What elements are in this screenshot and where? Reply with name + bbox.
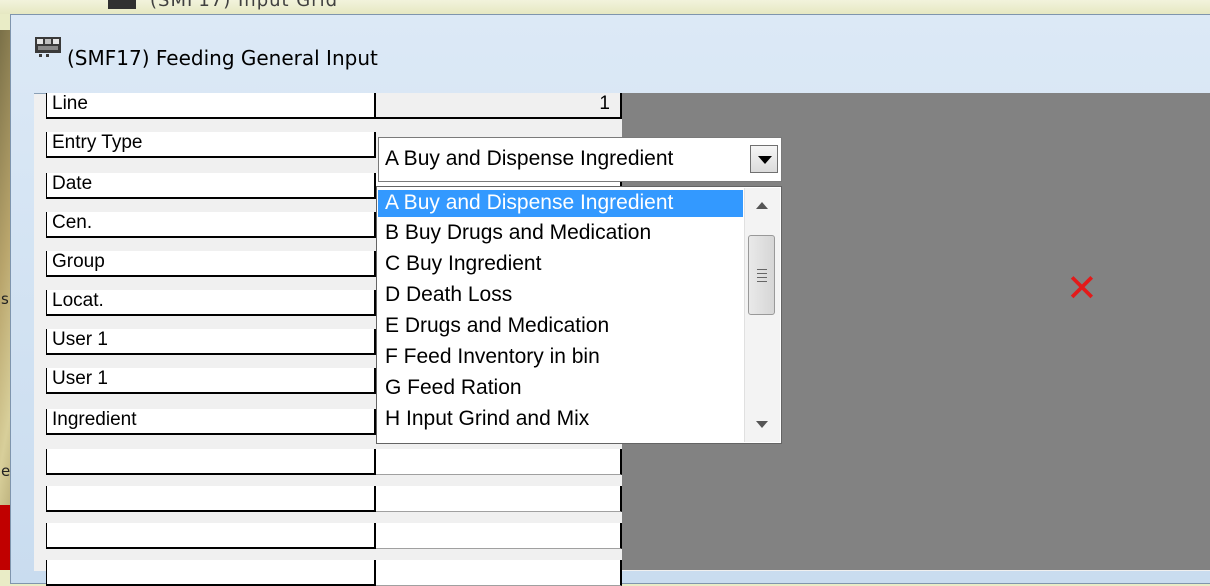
empty-field[interactable] [376,523,622,549]
dropdown-option-h[interactable]: H Input Grind and Mix [378,406,743,433]
entry-type-dropdown-list[interactable]: A Buy and Dispense Ingredient B Buy Drug… [376,186,782,444]
field-label: Group [46,251,376,277]
dropdown-option-f[interactable]: F Feed Inventory in bin [378,344,743,371]
dropdown-scrollbar[interactable] [744,188,780,442]
grid-row-line: Line 1 [46,93,622,119]
field-label: Entry Type [46,132,376,158]
scroll-down-icon[interactable] [756,421,768,428]
field-label: Date [46,173,376,199]
background-text-fragment: s [1,290,9,308]
field-label: User 1 [46,368,376,394]
dropdown-option-e[interactable]: E Drugs and Medication [378,313,743,340]
app-logo-icon [35,37,61,57]
background-text-fragment: e [1,462,11,480]
entry-type-combobox[interactable]: A Buy and Dispense Ingredient [378,137,782,182]
annotation-x-mark: ✕ [1066,266,1098,310]
dropdown-option-c[interactable]: C Buy Ingredient [378,251,743,278]
grid-row-empty [46,560,622,586]
dropdown-option-a[interactable]: A Buy and Dispense Ingredient [378,190,743,217]
field-label[interactable] [46,560,376,586]
field-label: Ingredient [46,409,376,435]
scroll-up-icon[interactable] [756,202,768,209]
grid-row-empty [46,449,622,475]
entry-type-selected-value: A Buy and Dispense Ingredient [385,147,674,170]
scrollbar-thumb[interactable] [748,235,775,315]
grid-row-empty [46,486,622,512]
field-label[interactable] [46,486,376,512]
background-window-icon [108,0,136,9]
field-label: Cen. [46,212,376,238]
empty-field[interactable] [376,449,622,475]
field-label[interactable] [46,449,376,475]
chevron-down-icon[interactable] [750,145,778,173]
dropdown-option-d[interactable]: D Death Loss [378,282,743,309]
line-number-field[interactable]: 1 [376,93,622,119]
field-label: User 1 [46,329,376,355]
empty-field[interactable] [376,560,622,586]
window-title: (SMF17) Feeding General Input [67,46,378,70]
empty-field[interactable] [376,486,622,512]
field-label: Line [46,93,376,119]
field-label: Locat. [46,290,376,316]
dropdown-option-g[interactable]: G Feed Ration [378,375,743,402]
dropdown-option-b[interactable]: B Buy Drugs and Medication [378,220,743,247]
field-label[interactable] [46,523,376,549]
grid-row-empty [46,523,622,549]
background-window-title: (SMF17) Input Grid [150,0,339,11]
